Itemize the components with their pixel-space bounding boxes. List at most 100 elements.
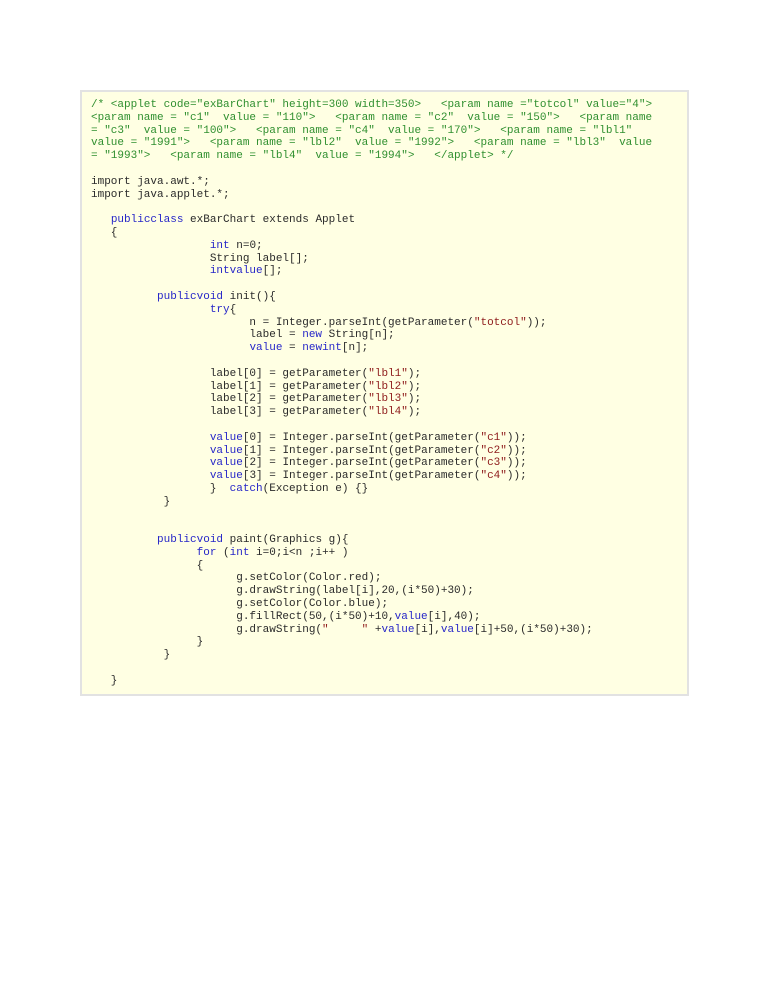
code-text: { <box>229 303 237 316</box>
code-text: label[1] = getParameter( <box>91 380 369 393</box>
code-line: label[1] = getParameter("lbl2"); <box>91 381 652 394</box>
code-text: import java.awt.*; <box>91 175 210 188</box>
code-text: { <box>91 559 204 572</box>
code-line: value[2] = Integer.parseInt(getParameter… <box>91 457 652 470</box>
code-keyword: int <box>209 239 230 252</box>
code-text: [2] = Integer.parseInt(getParameter( <box>242 457 481 470</box>
code-keyword: value <box>209 457 243 470</box>
code-text: []; <box>262 265 283 278</box>
code-text: [i],40); <box>427 610 481 623</box>
code-line: } catch(Exception e) {} <box>91 483 652 496</box>
code-line: int n=0; <box>91 240 652 253</box>
code-text: paint(Graphics g){ <box>223 534 349 547</box>
code-text: } <box>91 674 118 687</box>
code-text: )); <box>506 431 527 444</box>
code-line: publicclass exBarChart extends Applet <box>91 214 652 227</box>
code-text: { <box>91 226 118 239</box>
code-text: ); <box>407 406 422 419</box>
code-line: } <box>91 636 652 649</box>
code-keyword: publicvoid <box>157 290 224 303</box>
code-line: g.drawString(label[i],20,(i*50)+30); <box>91 585 652 598</box>
code-line: import java.awt.*; <box>91 176 652 189</box>
code-text: = <box>282 342 303 355</box>
code-keyword: value <box>394 610 428 623</box>
code-line: import java.applet.*; <box>91 189 652 202</box>
code-text: ( <box>216 546 230 559</box>
code-text: g.drawString(label[i],20,(i*50)+30); <box>91 585 474 598</box>
code-text: [i]+50,(i*50)+30); <box>473 623 593 636</box>
code-keyword: publicclass <box>110 214 184 227</box>
code-text: i=0;i<n ;i++ ) <box>249 546 349 559</box>
code-string: "totcol" <box>473 316 527 329</box>
code-text: exBarChart extends Applet <box>183 214 356 227</box>
code-listing-box: /* <applet code="exBarChart" height=300 … <box>80 90 689 696</box>
code-text: } <box>91 636 204 649</box>
code-line: try{ <box>91 304 652 317</box>
code-comment: /* <applet code="exBarChart" height=300 … <box>91 99 653 111</box>
code-text: [1] = Integer.parseInt(getParameter( <box>242 444 481 457</box>
code-line: n = Integer.parseInt(getParameter("totco… <box>91 317 652 330</box>
code-text: g.drawString( <box>91 623 323 636</box>
code-string: "c1" <box>480 431 507 444</box>
code-text: label[2] = getParameter( <box>91 393 369 406</box>
code-text: ); <box>407 393 422 406</box>
code-keyword: value <box>381 623 415 636</box>
code-text: [0] = Integer.parseInt(getParameter( <box>242 431 481 444</box>
code-line: value[1] = Integer.parseInt(getParameter… <box>91 445 652 458</box>
code-line: } <box>91 675 652 688</box>
code-text: label[3] = getParameter( <box>91 406 369 419</box>
code-line: { <box>91 227 652 240</box>
code-string: "c2" <box>480 444 507 457</box>
code-keyword: value <box>440 623 474 636</box>
code-text: (Exception e) {} <box>262 482 369 495</box>
code-line: label[0] = getParameter("lbl1"); <box>91 368 652 381</box>
code-text: )); <box>506 470 527 483</box>
code-keyword: publicvoid <box>157 534 224 547</box>
code-text: + <box>368 623 382 636</box>
code-text: ); <box>407 380 422 393</box>
code-keyword: for <box>196 546 217 559</box>
code-line: value[3] = Integer.parseInt(getParameter… <box>91 470 652 483</box>
code-text: )); <box>526 316 547 329</box>
code-keyword: value <box>209 431 243 444</box>
code-text: ); <box>407 367 422 380</box>
code-text: [i], <box>414 623 441 636</box>
code-text: } <box>91 649 171 662</box>
code-line: publicvoid init(){ <box>91 291 652 304</box>
code-line: String label[]; <box>91 253 652 266</box>
code-string: "c4" <box>480 470 507 483</box>
code-line: for (int i=0;i<n ;i++ ) <box>91 547 652 560</box>
code-text: String[n]; <box>322 329 395 342</box>
code-string: "lbl2" <box>368 380 408 393</box>
code-string: "lbl3" <box>368 393 408 406</box>
code-line: } <box>91 649 652 662</box>
code-comment: <param name = "c1" value = "110"> <param… <box>91 111 653 124</box>
code-string: "lbl4" <box>368 406 408 419</box>
code-line: = "c3" value = "100"> <param name = "c4"… <box>91 125 652 138</box>
code-line: intvalue[]; <box>91 265 652 278</box>
code-text: g.fillRect(50,(i*50)+10, <box>91 610 395 623</box>
code-line: } <box>91 496 652 509</box>
code-text: init(){ <box>223 290 276 303</box>
code-keyword: catch <box>229 482 263 495</box>
code-line: label[3] = getParameter("lbl4"); <box>91 406 652 419</box>
code-keyword: value <box>249 342 283 355</box>
code-keyword: value <box>209 444 243 457</box>
code-keyword: intvalue <box>209 265 263 278</box>
java-code-listing: /* <applet code="exBarChart" height=300 … <box>91 99 652 688</box>
